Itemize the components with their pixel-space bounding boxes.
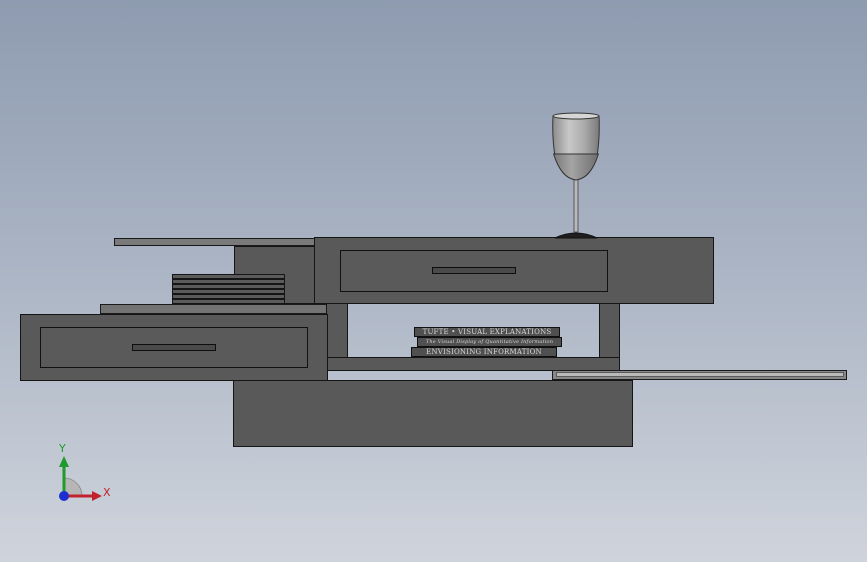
upper-drawer-handle[interactable] [432,267,516,274]
book-visual-display[interactable]: The Visual Display of Quantitative Infor… [417,337,562,347]
coaster-stack[interactable] [172,274,286,304]
frame-bottom-rail [326,357,620,371]
glass-shelf-middle[interactable] [100,304,328,314]
base-block[interactable] [233,380,633,447]
wine-glass[interactable] [545,110,607,242]
book-envisioning-information[interactable]: ENVISIONING INFORMATION [411,347,557,357]
y-axis-label: Y [59,442,66,455]
x-axis-label: X [103,486,111,499]
graphics-viewport[interactable]: TUFTE • VISUAL EXPLANATIONS The Visual D… [0,0,867,562]
left-drawer-handle[interactable] [132,344,216,351]
glass-shelf-bottom-right-inner [556,372,844,377]
book-visual-explanations[interactable]: TUFTE • VISUAL EXPLANATIONS [414,327,560,337]
glass-shelf-top-left[interactable] [114,238,316,246]
